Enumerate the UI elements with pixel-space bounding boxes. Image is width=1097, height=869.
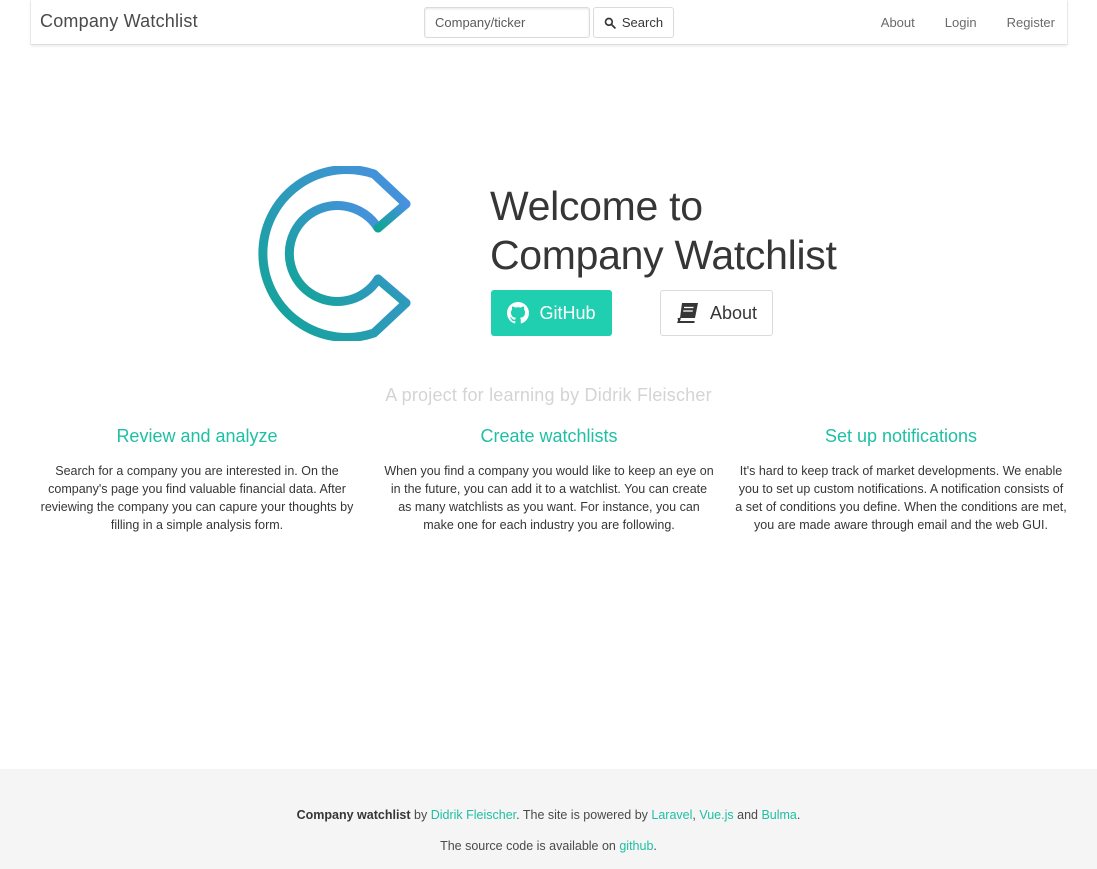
brand-title[interactable]: Company Watchlist	[40, 11, 198, 32]
tagline: A project for learning by Didrik Fleisch…	[385, 385, 712, 405]
about-button[interactable]: About	[660, 290, 773, 336]
footer-credits: Company watchlist by Didrik Fleischer. T…	[0, 808, 1097, 822]
footer-period: .	[796, 808, 801, 822]
github-button-label: GitHub	[539, 302, 596, 323]
github-icon	[507, 302, 530, 324]
feature-review: Review and analyze Search for a company …	[31, 424, 363, 534]
footer-laravel-link[interactable]: Laravel	[651, 808, 692, 822]
footer: Company watchlist by Didrik Fleischer. T…	[0, 769, 1097, 869]
hero-title-line1: Welcome to	[490, 183, 703, 229]
search-button-label: Search	[621, 15, 664, 30]
feature-text: It's hard to keep track of market develo…	[735, 464, 1067, 532]
footer-vuejs-link[interactable]: Vue.js	[699, 808, 733, 822]
search-icon	[604, 17, 616, 29]
footer-github-link[interactable]: github	[619, 839, 653, 853]
footer-and: and	[733, 808, 762, 822]
feature-text: When you find a company you would like t…	[384, 464, 714, 532]
search-input[interactable]	[424, 7, 590, 38]
navbar: Company Watchlist Search About Login Reg…	[31, 0, 1067, 44]
github-button[interactable]: GitHub	[491, 290, 612, 336]
feature-notifications: Set up notifications It's hard to keep t…	[735, 424, 1067, 534]
about-button-label: About	[709, 302, 758, 323]
footer-site-name: Company watchlist	[296, 808, 411, 822]
footer-source-end: .	[653, 839, 657, 853]
feature-watchlists: Create watchlists When you find a compan…	[383, 424, 715, 534]
footer-source: The source code is available on github.	[0, 839, 1097, 853]
nav-link-login[interactable]: Login	[945, 15, 977, 30]
footer-bulma-link[interactable]: Bulma	[761, 808, 796, 822]
footer-powered-text: . The site is powered by	[516, 808, 652, 822]
feature-title: Set up notifications	[824, 426, 978, 446]
search-button[interactable]: Search	[593, 7, 674, 38]
hero-title-line2: Company Watchlist	[490, 232, 837, 278]
nav-link-about[interactable]: About	[881, 15, 915, 30]
hero-title: Welcome to Company Watchlist	[490, 182, 837, 280]
nav-links: About Login Register	[851, 0, 1055, 44]
feature-text: Search for a company you are interested …	[40, 464, 354, 532]
feature-title: Review and analyze	[116, 426, 278, 446]
company-watchlist-logo-icon	[258, 166, 411, 341]
footer-by: by	[410, 808, 431, 822]
nav-link-register[interactable]: Register	[1007, 15, 1055, 30]
book-icon	[677, 303, 698, 323]
feature-title: Create watchlists	[480, 426, 618, 446]
footer-author-link[interactable]: Didrik Fleischer	[431, 808, 516, 822]
footer-source-text: The source code is available on	[440, 839, 620, 853]
